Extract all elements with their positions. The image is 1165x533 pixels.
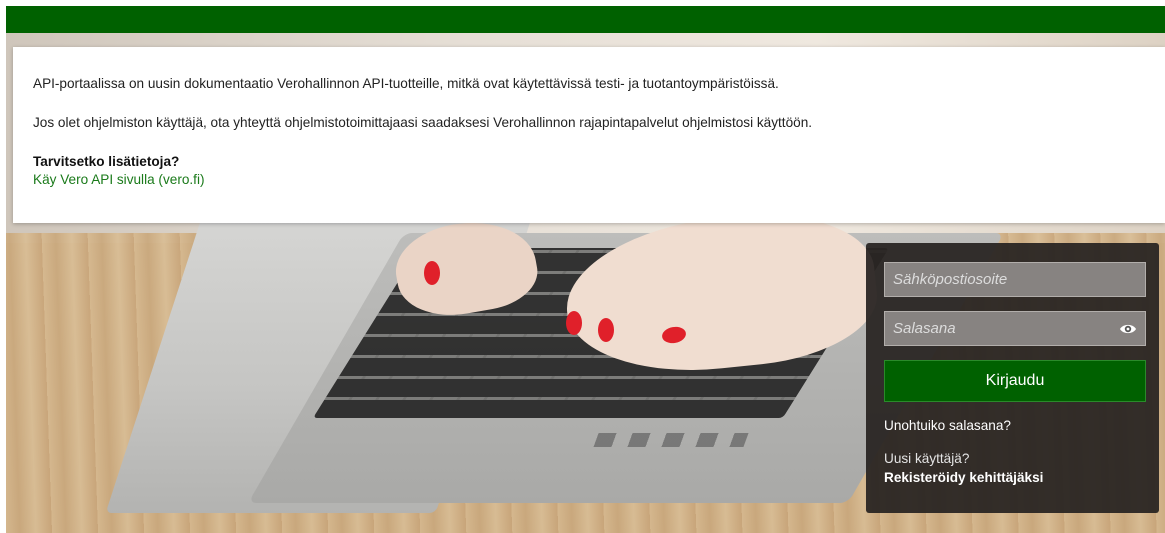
- password-field-wrapper: [884, 311, 1146, 346]
- info-panel: API-portaalissa on uusin dokumentaatio V…: [13, 47, 1165, 223]
- forgot-password-link[interactable]: Unohtuiko salasana?: [884, 418, 1147, 433]
- email-field[interactable]: [885, 263, 1145, 296]
- login-button[interactable]: Kirjaudu: [884, 360, 1146, 402]
- email-field-wrapper: [884, 262, 1146, 297]
- eye-icon[interactable]: [1119, 322, 1137, 336]
- hero-laptop-ports: [593, 433, 749, 447]
- password-field[interactable]: [885, 312, 1145, 345]
- login-panel: Kirjaudu Unohtuiko salasana? Uusi käyttä…: [866, 243, 1159, 513]
- hero-nail: [424, 261, 440, 285]
- top-bar: [6, 6, 1165, 33]
- hero-nail: [566, 311, 582, 335]
- info-question: Tarvitsetko lisätietoja?: [33, 154, 180, 169]
- register-developer-link[interactable]: Rekisteröidy kehittäjäksi: [884, 470, 1147, 485]
- vero-api-link[interactable]: Käy Vero API sivulla (vero.fi): [33, 172, 205, 187]
- info-paragraph: Jos olet ohjelmiston käyttäjä, ota yhtey…: [33, 115, 813, 130]
- hero-nail: [598, 318, 614, 342]
- info-paragraph: API-portaalissa on uusin dokumentaatio V…: [33, 76, 779, 91]
- new-user-label: Uusi käyttäjä?: [884, 451, 970, 466]
